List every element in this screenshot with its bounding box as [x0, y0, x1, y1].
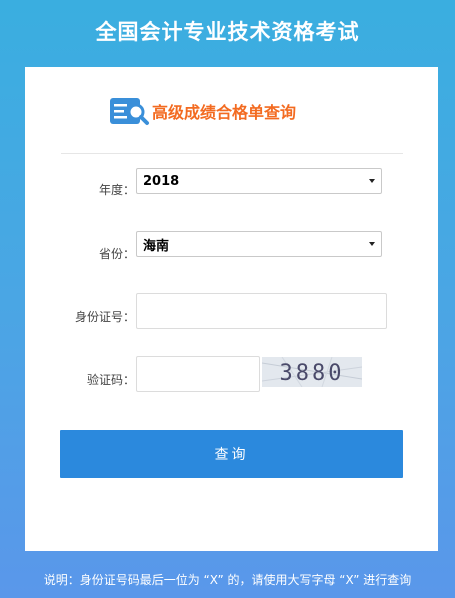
query-button[interactable]: 查询: [60, 430, 403, 478]
province-select[interactable]: 海南: [136, 231, 382, 257]
panel-heading-row: 高级成绩合格单查询: [109, 94, 296, 128]
chevron-down-icon: [369, 242, 375, 246]
footer-note: 说明：身份证号码最后一位为 “X” 的，请使用大写字母 “X” 进行查询: [43, 573, 412, 587]
id-number-input[interactable]: [136, 293, 387, 329]
captcha-image[interactable]: 3880: [262, 357, 362, 387]
id-number-label: 身份证号：: [74, 310, 135, 324]
panel-heading: 高级成绩合格单查询: [152, 103, 297, 122]
year-select[interactable]: 2018: [136, 168, 382, 194]
year-select-value: 2018: [143, 173, 180, 189]
captcha-text: 3880: [280, 361, 345, 386]
chevron-down-icon: [369, 179, 375, 183]
page-title: 全国会计专业技术资格考试: [95, 20, 360, 44]
province-select-value: 海南: [143, 238, 170, 254]
captcha-label: 验证码：: [86, 373, 135, 387]
divider: [61, 153, 403, 154]
query-panel: 高级成绩合格单查询 年度： 2018 省份： 海南 身份证号： 验证码： 388…: [25, 67, 438, 551]
province-label: 省份：: [98, 247, 135, 261]
year-label: 年度：: [98, 183, 135, 197]
search-document-icon: [110, 98, 149, 125]
captcha-input[interactable]: [136, 356, 260, 392]
